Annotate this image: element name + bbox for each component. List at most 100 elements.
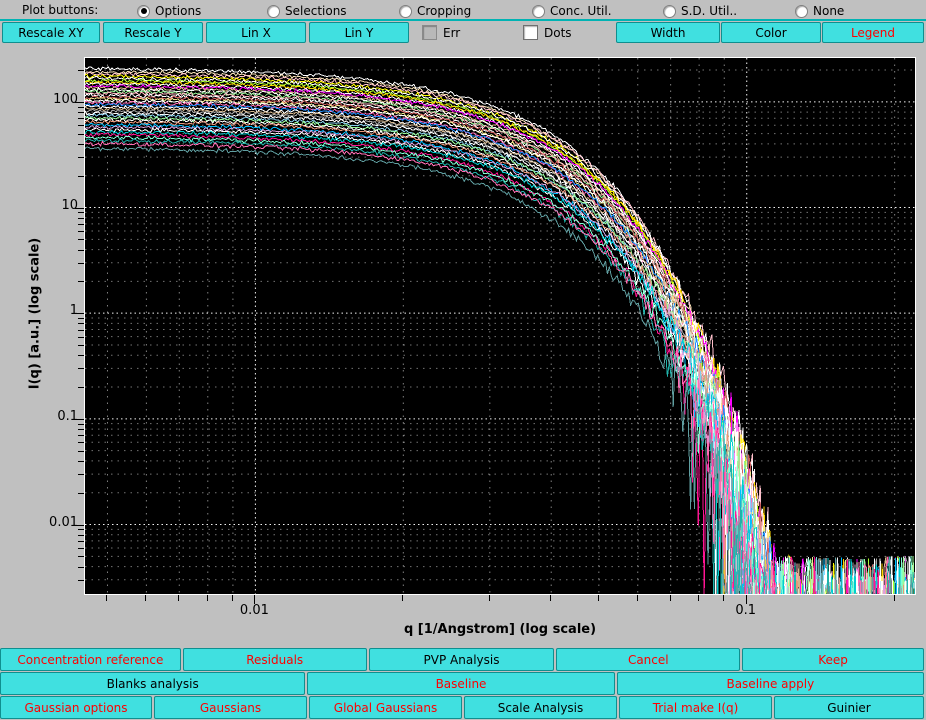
button-color[interactable]: Color	[721, 22, 821, 43]
radio-none[interactable]: None	[795, 4, 844, 18]
checkbox-label: Dots	[544, 26, 572, 40]
x-tick-mark	[550, 595, 551, 601]
y-tick-mark	[75, 208, 84, 209]
curve	[85, 109, 915, 594]
y-tick-mark	[78, 387, 84, 388]
radio-indicator	[795, 5, 808, 18]
button-width[interactable]: Width	[616, 22, 720, 43]
plot-container: 1001010.10.01 I(q) [a.u.] (log scale) 0.…	[0, 46, 926, 644]
y-tick-mark	[78, 318, 84, 319]
curve	[85, 92, 915, 594]
radio-options[interactable]: Options	[137, 4, 201, 18]
y-tick-mark	[78, 548, 84, 549]
y-tick-mark	[78, 218, 84, 219]
button-pvp-analysis[interactable]: PVP Analysis	[369, 648, 555, 671]
button-blanks-analysis[interactable]: Blanks analysis	[0, 672, 305, 695]
y-tick-mark	[78, 368, 84, 369]
button-keep[interactable]: Keep	[742, 648, 924, 671]
plot-canvas[interactable]	[84, 57, 916, 595]
curve	[85, 120, 915, 594]
y-tick-mark	[75, 419, 84, 420]
y-tick-mark	[78, 176, 84, 177]
x-tick-mark	[207, 595, 208, 601]
y-tick-mark	[78, 281, 84, 282]
y-tick-mark	[75, 102, 84, 103]
button-gaussians[interactable]: Gaussians	[154, 696, 307, 719]
x-tick-mark	[232, 595, 233, 601]
y-tick-mark	[78, 535, 84, 536]
button-rescale-xy[interactable]: Rescale XY	[2, 22, 100, 43]
y-tick-mark	[78, 107, 84, 108]
button-concentration-reference[interactable]: Concentration reference	[0, 648, 181, 671]
y-tick-mark	[78, 442, 84, 443]
button-scale-analysis[interactable]: Scale Analysis	[464, 696, 617, 719]
x-tick-mark	[698, 595, 699, 601]
radio-label: S.D. Util..	[681, 4, 737, 18]
y-tick-mark	[78, 134, 84, 135]
y-tick-mark	[78, 567, 84, 568]
y-tick-mark	[78, 461, 84, 462]
x-tick-mark	[894, 595, 895, 601]
y-tick-mark	[78, 451, 84, 452]
x-tick-mark	[145, 595, 146, 601]
button-lin-y[interactable]: Lin Y	[309, 22, 409, 43]
y-tick-mark	[78, 70, 84, 71]
y-tick-mark	[78, 474, 84, 475]
button-cancel[interactable]: Cancel	[556, 648, 740, 671]
y-tick-mark	[78, 580, 84, 581]
button-rescale-y[interactable]: Rescale Y	[103, 22, 203, 43]
curve	[85, 126, 915, 594]
curve	[85, 107, 915, 594]
button-gaussian-options[interactable]: Gaussian options	[0, 696, 152, 719]
curve	[85, 85, 915, 594]
checkbox-label: Err	[443, 26, 460, 40]
x-tick-label: 0.01	[240, 603, 269, 618]
analysis-toolbar: Concentration referenceResidualsPVP Anal…	[0, 648, 926, 720]
y-tick-mark	[78, 144, 84, 145]
radio-indicator	[663, 5, 676, 18]
analysis-row-3: Gaussian optionsGaussiansGlobal Gaussian…	[0, 696, 926, 719]
radio-conc-util[interactable]: Conc. Util.	[532, 4, 612, 18]
y-tick-mark	[78, 118, 84, 119]
radio-cropping[interactable]: Cropping	[399, 4, 471, 18]
button-trial-make-i-q[interactable]: Trial make I(q)	[619, 696, 772, 719]
button-guinier[interactable]: Guinier	[774, 696, 924, 719]
curve	[85, 99, 915, 594]
y-tick-mark	[75, 525, 84, 526]
radio-indicator	[399, 5, 412, 18]
y-tick-mark	[78, 345, 84, 346]
x-tick-mark	[178, 595, 179, 601]
button-legend[interactable]: Legend	[822, 22, 924, 43]
button-baseline[interactable]: Baseline	[307, 672, 614, 695]
y-tick-mark	[78, 337, 84, 338]
radio-selections[interactable]: Selections	[267, 4, 347, 18]
radio-indicator	[532, 5, 545, 18]
curve	[85, 90, 915, 594]
curve-group	[85, 67, 915, 594]
y-tick-mark	[78, 263, 84, 264]
checkbox-dots[interactable]: Dots	[513, 22, 613, 43]
radio-s-d-util[interactable]: S.D. Util..	[663, 4, 737, 18]
y-tick-mark	[78, 355, 84, 356]
y-axis-label: I(q) [a.u.] (log scale)	[28, 44, 43, 584]
analysis-row-2: Blanks analysisBaselineBaseline apply	[0, 672, 926, 695]
scattering-curves	[85, 58, 915, 594]
button-residuals[interactable]: Residuals	[183, 648, 367, 671]
button-lin-x[interactable]: Lin X	[206, 22, 306, 43]
y-tick-mark	[78, 493, 84, 494]
curve	[85, 105, 915, 594]
curve	[85, 70, 915, 594]
button-baseline-apply[interactable]: Baseline apply	[617, 672, 924, 695]
radio-label: Selections	[285, 4, 347, 18]
curve	[85, 136, 915, 594]
curve	[85, 123, 915, 594]
radio-label: Conc. Util.	[550, 4, 612, 18]
y-tick-mark	[78, 125, 84, 126]
button-global-gaussians[interactable]: Global Gaussians	[309, 696, 462, 719]
radio-indicator	[137, 5, 150, 18]
curve	[85, 111, 915, 594]
x-tick-mark	[598, 595, 599, 601]
x-axis-label: q [1/Angstrom] (log scale)	[84, 622, 916, 637]
checkbox-indicator	[422, 25, 437, 40]
y-tick-mark	[78, 424, 84, 425]
